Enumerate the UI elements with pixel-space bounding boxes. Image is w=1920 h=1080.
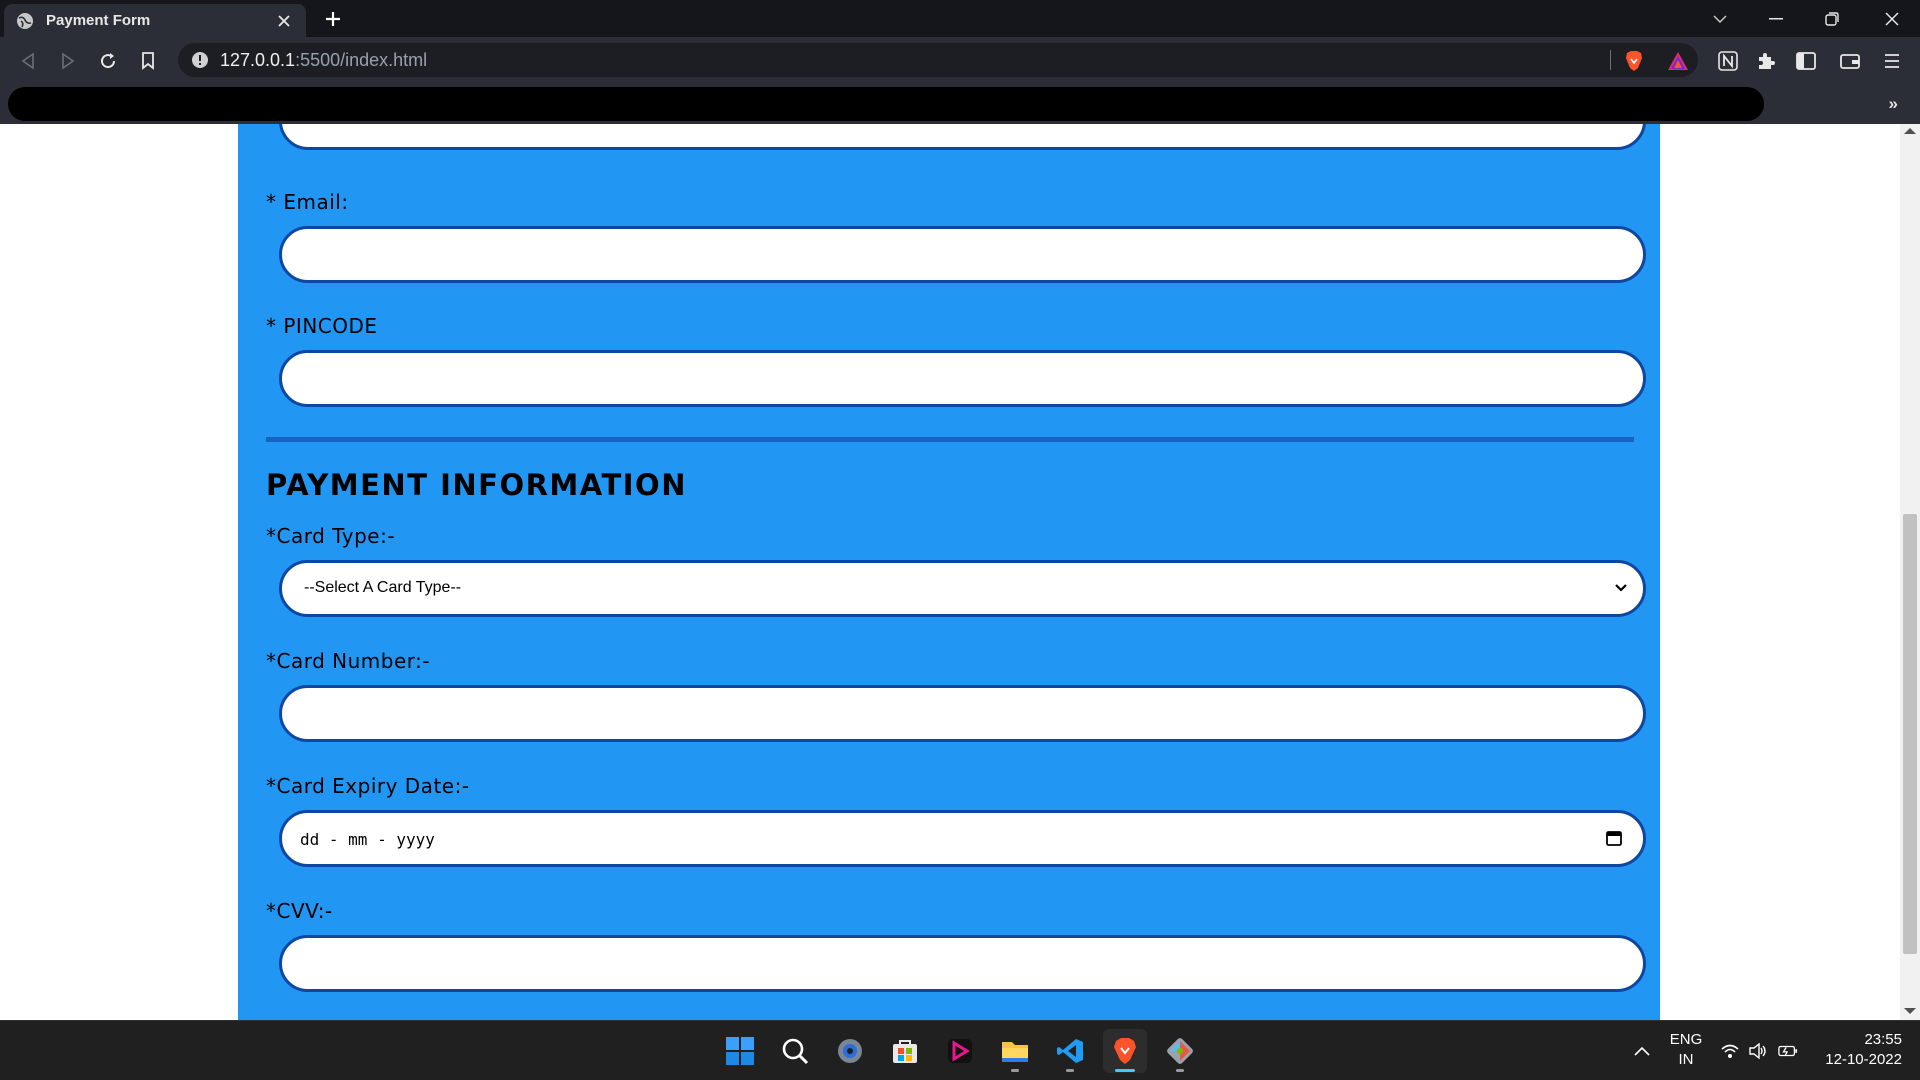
scrollbar-thumb[interactable]	[1903, 514, 1917, 954]
close-tab-icon[interactable]	[274, 11, 294, 31]
running-indicator	[1176, 1069, 1184, 1072]
email-label: * Email:	[266, 190, 349, 214]
wallet-icon[interactable]	[1836, 47, 1864, 75]
menu-hamburger-icon[interactable]	[1878, 47, 1906, 75]
pincode-field[interactable]	[279, 350, 1646, 407]
forward-icon[interactable]	[54, 47, 82, 75]
url-host: 127.0.0.1	[220, 49, 296, 70]
media-app-icon[interactable]	[938, 1029, 982, 1073]
store-icon[interactable]	[883, 1029, 927, 1073]
minimize-button[interactable]	[1748, 0, 1804, 37]
cvv-label: *CVV:-	[266, 899, 333, 923]
notion-extension-icon[interactable]	[1714, 47, 1742, 75]
brave-icon[interactable]	[1103, 1029, 1147, 1073]
battery-icon[interactable]	[1778, 1041, 1798, 1061]
language-indicator[interactable]: ENG IN	[1664, 1030, 1708, 1070]
vscode-icon[interactable]	[1048, 1029, 1092, 1073]
file-explorer-icon[interactable]	[993, 1029, 1037, 1073]
bookmark-icon[interactable]	[134, 47, 162, 75]
card-type-select[interactable]: --Select A Card Type--	[279, 560, 1646, 617]
bookmarks-bar: »	[0, 85, 1920, 124]
git-icon[interactable]	[1158, 1029, 1202, 1073]
extensions-puzzle-icon[interactable]	[1752, 47, 1780, 75]
card-expiry-date-field[interactable]: dd - mm - yyyy	[279, 810, 1646, 867]
payment-form: * Email: * PINCODE PAYMENT INFORMATION *…	[238, 124, 1660, 1020]
language-code: ENG	[1669, 1031, 1703, 1048]
card-number-field[interactable]	[279, 685, 1646, 742]
address-bar[interactable]: 127.0.0.1 :5500/index.html	[178, 43, 1698, 77]
windows-taskbar: ENG IN 23:55 12-10-2022	[0, 1020, 1920, 1080]
redacted-bookmarks	[8, 87, 1764, 121]
close-window-button[interactable]	[1864, 0, 1920, 37]
bookmarks-overflow-button[interactable]: »	[1889, 94, 1898, 114]
browser-tab[interactable]: Payment Form	[4, 4, 306, 37]
email-field[interactable]	[279, 226, 1646, 283]
active-indicator	[1115, 1069, 1135, 1072]
start-icon[interactable]	[718, 1029, 762, 1073]
reload-icon[interactable]	[94, 47, 122, 75]
back-icon[interactable]	[14, 47, 42, 75]
brave-shields-icon[interactable]	[1620, 47, 1648, 75]
search-icon[interactable]	[773, 1029, 817, 1073]
address-textarea[interactable]	[279, 124, 1646, 150]
page-viewport: * Email: * PINCODE PAYMENT INFORMATION *…	[0, 124, 1920, 1020]
sidebar-toggle-icon[interactable]	[1792, 47, 1820, 75]
site-info-icon[interactable]	[190, 50, 210, 70]
region-code: IN	[1678, 1051, 1694, 1068]
date-placeholder: dd - mm - yyyy	[300, 830, 435, 849]
page-scrollbar[interactable]	[1900, 124, 1920, 1020]
calendar-icon[interactable]	[1605, 829, 1623, 847]
browser-toolbar: 127.0.0.1 :5500/index.html	[0, 37, 1920, 85]
show-hidden-icons-chevron-icon[interactable]	[1632, 1041, 1652, 1061]
browser-tab-bar: Payment Form	[0, 0, 1920, 37]
pincode-label: * PINCODE	[266, 314, 378, 338]
running-indicator	[1066, 1069, 1074, 1072]
card-type-selected-value: --Select A Card Type--	[304, 579, 462, 596]
restore-button[interactable]	[1804, 0, 1860, 37]
payment-section-title: PAYMENT INFORMATION	[266, 468, 687, 502]
settings-icon[interactable]	[828, 1029, 872, 1073]
clock-time: 23:55	[1864, 1031, 1902, 1048]
cvv-field[interactable]	[279, 935, 1646, 992]
new-tab-button[interactable]	[320, 6, 346, 32]
volume-icon[interactable]	[1748, 1041, 1768, 1061]
card-expiry-label: *Card Expiry Date:-	[266, 774, 470, 798]
tab-search-chevron-icon[interactable]	[1692, 0, 1748, 37]
scroll-down-arrow-icon[interactable]	[1904, 1008, 1916, 1014]
card-number-label: *Card Number:-	[266, 649, 431, 673]
address-bar-divider	[1610, 50, 1611, 70]
clock[interactable]: 23:55 12-10-2022	[1812, 1030, 1902, 1070]
section-divider	[266, 437, 1634, 442]
clock-date: 12-10-2022	[1825, 1051, 1902, 1068]
tab-title: Payment Form	[46, 12, 151, 29]
chevron-down-icon	[1613, 580, 1629, 596]
running-indicator	[1011, 1069, 1019, 1072]
globe-icon	[16, 12, 34, 30]
brave-rewards-icon[interactable]	[1664, 47, 1692, 75]
scroll-up-arrow-icon[interactable]	[1904, 128, 1916, 134]
url-path: :5500/index.html	[295, 49, 428, 70]
card-type-label: *Card Type:-	[266, 524, 396, 548]
wifi-icon[interactable]	[1720, 1041, 1740, 1061]
